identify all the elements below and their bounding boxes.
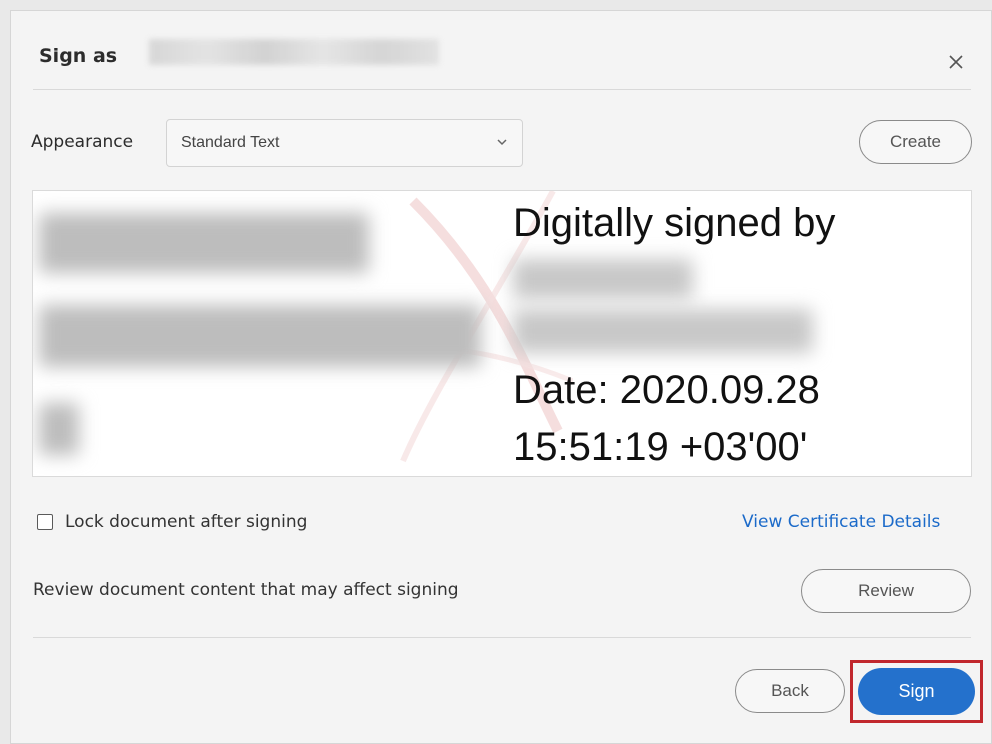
signature-line-time: 15:51:19 +03'00' [513,425,808,469]
close-icon [949,55,963,69]
redacted-name-line [39,305,481,367]
redacted-signer-line [513,259,693,299]
dialog-title: Sign as [39,45,118,67]
sign-button[interactable]: Sign [858,668,975,715]
signer-name-redacted [149,39,439,65]
chevron-down-icon [497,139,507,146]
redacted-name-line [39,403,79,455]
lock-document-checkbox[interactable] [37,514,53,530]
footer-divider [33,637,971,638]
review-description: Review document content that may affect … [33,580,459,600]
dialog-header: Sign as [11,11,992,91]
appearance-dropdown[interactable]: Standard Text [166,119,523,167]
appearance-label: Appearance [31,132,134,152]
close-button[interactable] [941,47,971,77]
view-certificate-details-link[interactable]: View Certificate Details [742,512,940,532]
lock-document-label: Lock document after signing [65,512,308,532]
appearance-selected-value: Standard Text [181,134,280,151]
redacted-signer-line [513,309,813,353]
sign-dialog: Sign as Appearance Standard Text Create … [10,10,992,744]
signature-preview: Digitally signed by Date: 2020.09.28 15:… [32,190,972,477]
signature-line-date: Date: 2020.09.28 [513,368,820,412]
review-button[interactable]: Review [801,569,971,613]
back-button[interactable]: Back [735,669,845,713]
header-divider [33,89,971,90]
redacted-name-line [39,213,369,273]
create-button[interactable]: Create [859,120,972,164]
signature-line-signed-by: Digitally signed by [513,201,836,245]
